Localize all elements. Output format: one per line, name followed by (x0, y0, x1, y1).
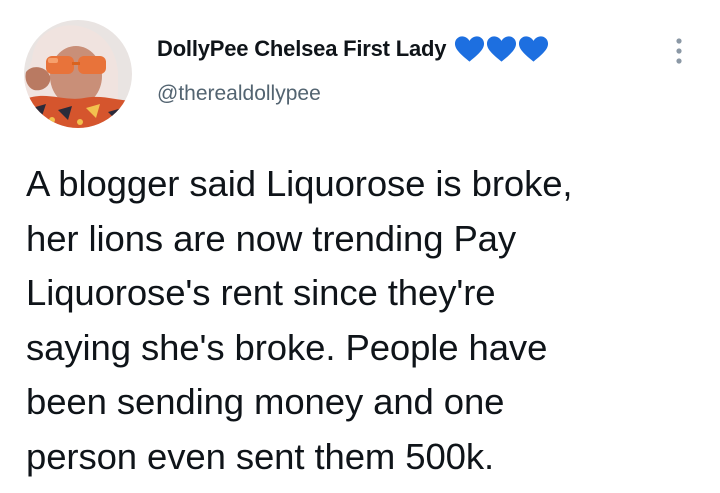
avatar[interactable] (24, 20, 132, 128)
user-handle[interactable]: @therealdollypee (157, 82, 321, 106)
tweet-text-line: her lions are now trending Pay (26, 217, 517, 259)
display-name[interactable]: DollyPee Chelsea First Lady (157, 36, 446, 62)
tweet-text-line: been sending money and one (26, 381, 505, 422)
blue-heart-icon (455, 36, 485, 62)
avatar-image (24, 20, 132, 128)
blue-heart-icon (519, 36, 549, 62)
tweet-text-line: saying she's broke. People have (26, 326, 548, 368)
more-options-button[interactable] (671, 36, 687, 66)
tweet-text: A blogger said Liquorose is broke, her l… (26, 157, 706, 484)
tweet-card: DollyPee Chelsea First Lady @therealdoll… (0, 0, 720, 493)
user-name-row: DollyPee Chelsea First Lady (157, 33, 550, 65)
tweet-text-line: Liquorose's rent since they're (26, 272, 496, 313)
blue-heart-icon (487, 36, 517, 62)
tweet-text-line: person even sent them 500k. (26, 435, 495, 477)
tweet-text-line: A blogger said Liquorose is broke, (26, 163, 573, 204)
more-vertical-icon (676, 38, 682, 64)
name-emoji-group (454, 35, 550, 63)
